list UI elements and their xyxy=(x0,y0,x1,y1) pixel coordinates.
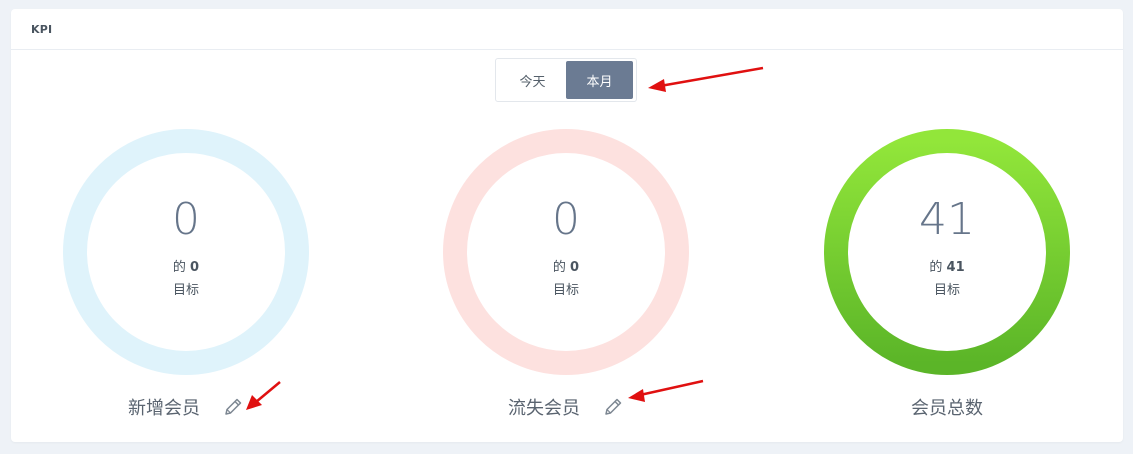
kpi-goal-label: 目标 xyxy=(933,283,960,298)
kpi-of-prefix: 的 xyxy=(929,260,943,275)
kpi-value: 0 xyxy=(552,194,580,245)
kpi-target-value: 0 xyxy=(570,260,580,275)
kpi-name: 会员总数 xyxy=(911,398,983,419)
kpi-name: 新增会员 xyxy=(128,398,200,419)
toggle-month-button[interactable]: 本月 xyxy=(566,61,633,99)
card-title: KPI xyxy=(31,22,53,36)
kpi-label-row: 新增会员 xyxy=(63,394,309,420)
kpi-target-value: 0 xyxy=(190,260,200,275)
pencil-icon[interactable] xyxy=(222,396,244,418)
card-header: KPI xyxy=(11,9,1123,50)
kpi-of-prefix: 的 xyxy=(172,260,186,275)
kpi-target-line: 的 0 xyxy=(173,256,199,275)
kpi-lost-members: 0 的 0 目标 流失会员 xyxy=(443,129,689,429)
kpi-label-row: 会员总数 xyxy=(824,394,1070,420)
kpi-card: KPI 今天 本月 0 的 0 目标 新增会员 0 的 0 目标 流失会员 41… xyxy=(11,9,1123,442)
kpi-goal-label: 目标 xyxy=(172,283,199,298)
kpi-total-members: 41 的 41 目标 会员总数 xyxy=(824,129,1070,429)
kpi-goal-label: 目标 xyxy=(552,283,579,298)
kpi-new-members: 0 的 0 目标 新增会员 xyxy=(63,129,309,429)
kpi-value: 41 xyxy=(919,194,975,245)
kpi-target-value: 41 xyxy=(946,260,965,275)
kpi-ring-content: 0 的 0 目标 xyxy=(63,129,309,375)
kpi-ring-content: 41 的 41 目标 xyxy=(824,129,1070,375)
kpi-name: 流失会员 xyxy=(508,398,580,419)
kpi-label-row: 流失会员 xyxy=(443,394,689,420)
kpi-target-line: 的 41 xyxy=(929,256,964,275)
period-toggle: 今天 本月 xyxy=(495,58,637,102)
pencil-icon[interactable] xyxy=(602,396,624,418)
kpi-target-line: 的 0 xyxy=(553,256,579,275)
kpi-ring-content: 0 的 0 目标 xyxy=(443,129,689,375)
toggle-today-button[interactable]: 今天 xyxy=(499,61,566,99)
kpi-value: 0 xyxy=(172,194,200,245)
kpi-of-prefix: 的 xyxy=(552,260,566,275)
